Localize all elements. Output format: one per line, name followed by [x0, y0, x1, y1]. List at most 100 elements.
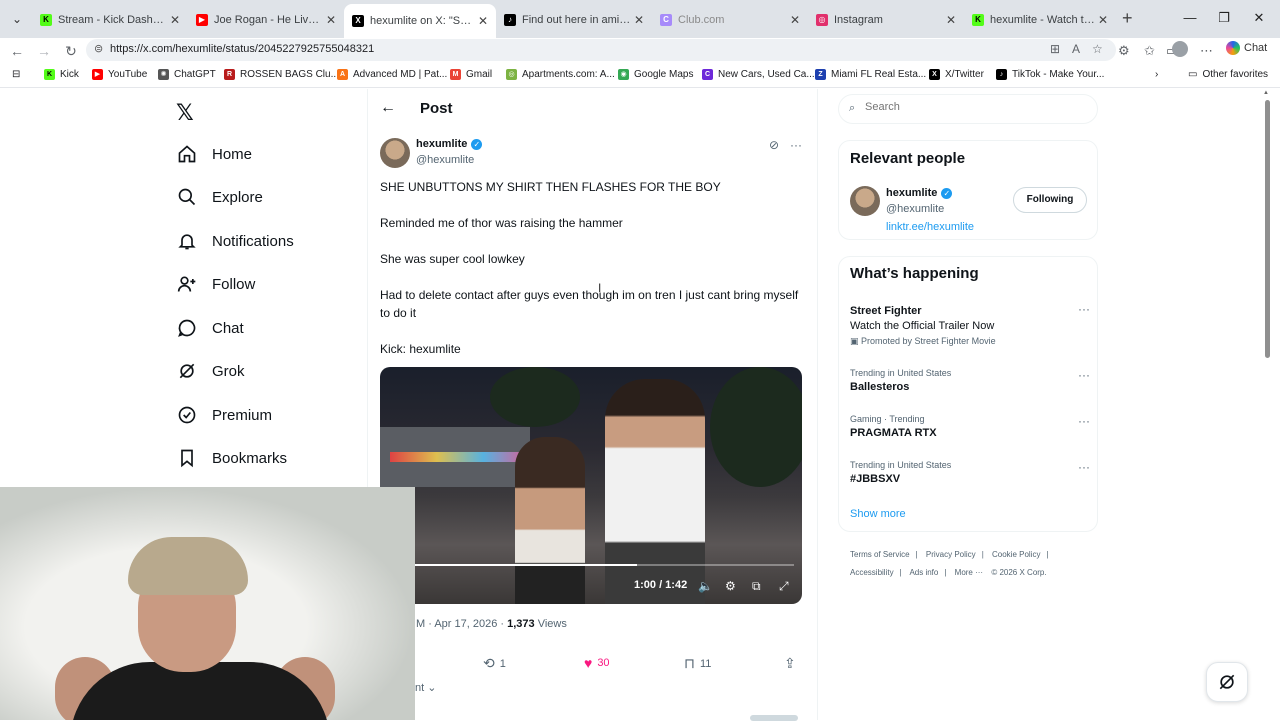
- author-name[interactable]: hexumlite ✓: [416, 138, 483, 150]
- grok-explain-icon[interactable]: ⊘: [769, 138, 779, 152]
- settings-gear-icon[interactable]: ⚙: [725, 579, 736, 593]
- read-aloud-icon[interactable]: A: [1072, 42, 1080, 56]
- like-button[interactable]: ♥ 30: [584, 655, 610, 671]
- bookmark-chatgpt[interactable]: ✺ ChatGPT: [158, 69, 216, 80]
- reply-sort-toggle[interactable]: nt ⌄: [415, 681, 436, 694]
- back-arrow-icon[interactable]: ←: [380, 99, 396, 117]
- show-more-link[interactable]: Show more: [850, 508, 906, 520]
- restore-icon[interactable]: ❐: [1214, 10, 1234, 26]
- favorites-icon[interactable]: ✩: [1144, 43, 1155, 59]
- bookmark-youtube[interactable]: ▶ YouTube: [92, 69, 147, 80]
- trend-item[interactable]: Gaming · Trending PRAGMATA RTX ···: [850, 414, 1090, 439]
- trend-item[interactable]: Trending in United States #JBBSXV ···: [850, 460, 1090, 485]
- following-button[interactable]: Following: [1013, 187, 1087, 213]
- privacy-link[interactable]: Privacy Policy: [926, 550, 976, 559]
- post-timestamp[interactable]: M · Apr 17, 2026 ·: [416, 618, 507, 630]
- person-name[interactable]: hexumlite ✓: [886, 187, 953, 199]
- nav-chat[interactable]: Chat: [176, 314, 244, 342]
- more-options-icon[interactable]: ···: [1078, 302, 1090, 316]
- nav-follow[interactable]: Follow: [176, 270, 255, 298]
- tab-search-icon[interactable]: ⌄: [8, 10, 26, 28]
- x-logo-icon[interactable]: 𝕏: [176, 100, 194, 126]
- more-options-icon[interactable]: ···: [1078, 414, 1090, 428]
- tab-kick-dashboard[interactable]: K Stream - Kick Dashboard ✕: [32, 6, 188, 34]
- bookmark-button[interactable]: ⊓ 11: [684, 655, 711, 672]
- cookie-link[interactable]: Cookie Policy: [992, 550, 1040, 559]
- retweet-button[interactable]: ⟲ 1: [483, 655, 506, 672]
- close-icon[interactable]: ✕: [944, 13, 958, 27]
- bookmark-rossen[interactable]: R ROSSEN BAGS Clu...: [224, 69, 339, 80]
- other-favorites[interactable]: ▭ Other favorites: [1188, 69, 1268, 80]
- bookmark-google-maps[interactable]: ◉ Google Maps: [618, 69, 693, 80]
- bookmark-cars[interactable]: C New Cars, Used Ca...: [702, 69, 815, 80]
- scrollbar-thumb[interactable]: [1265, 100, 1270, 358]
- bookmark-advancedmd[interactable]: A Advanced MD | Pat...: [337, 69, 447, 80]
- address-bar[interactable]: ⊜ https://x.com/hexumlite/status/2045227…: [86, 39, 1116, 61]
- bookmark-apartments[interactable]: ◎ Apartments.com: A...: [506, 69, 615, 80]
- bookmark-tiktok[interactable]: ♪ TikTok - Make Your...: [996, 69, 1104, 80]
- close-icon[interactable]: ✕: [632, 13, 646, 27]
- bookmark-gmail[interactable]: M Gmail: [450, 69, 492, 80]
- bookmark-kick[interactable]: K Kick: [44, 69, 79, 80]
- tab-club[interactable]: C Club.com ✕: [652, 6, 808, 34]
- tab-kick-vod[interactable]: K hexumlite - Watch the VOD ✕: [964, 6, 1116, 34]
- trend-item[interactable]: Street Fighter Watch the Official Traile…: [850, 302, 1090, 347]
- new-tab-icon[interactable]: +: [1122, 8, 1133, 29]
- nav-home[interactable]: Home: [176, 140, 252, 168]
- back-icon[interactable]: ←: [7, 41, 27, 61]
- pip-icon[interactable]: ⧉: [752, 579, 761, 594]
- chevron-right-icon[interactable]: ›: [1155, 69, 1158, 80]
- nav-grok[interactable]: Grok: [176, 357, 245, 385]
- site-info-icon[interactable]: ⊜: [94, 42, 103, 55]
- accessibility-link[interactable]: Accessibility: [850, 568, 894, 577]
- bookmark-twitter[interactable]: X X/Twitter: [929, 69, 984, 80]
- close-window-icon[interactable]: ✕: [1249, 10, 1269, 26]
- fullscreen-icon[interactable]: ⤢: [779, 579, 789, 594]
- forward-icon[interactable]: →: [34, 41, 54, 61]
- more-options-icon[interactable]: ···: [1078, 368, 1090, 382]
- close-icon[interactable]: ✕: [1096, 13, 1110, 27]
- person-bio-link[interactable]: linktr.ee/hexumlite: [886, 221, 974, 233]
- grok-floating-button[interactable]: [1206, 662, 1248, 702]
- app-icon[interactable]: ⊞: [1050, 42, 1060, 56]
- volume-icon[interactable]: 🔈: [698, 579, 713, 593]
- video-player[interactable]: 1:00 / 1:42 🔈 ⚙ ⧉ ⤢: [380, 367, 802, 604]
- tab-tiktok[interactable]: ♪ Find out here in amish doin ✕: [496, 6, 652, 34]
- nav-explore[interactable]: Explore: [176, 183, 263, 211]
- nav-notifications[interactable]: Notifications: [176, 227, 294, 255]
- copilot-chat-button[interactable]: Chat: [1226, 41, 1267, 55]
- close-icon[interactable]: ✕: [324, 13, 338, 27]
- reload-icon[interactable]: ↻: [61, 41, 81, 61]
- tab-instagram[interactable]: ◎ Instagram ✕: [808, 6, 964, 34]
- trend-item[interactable]: Trending in United States Ballesteros ··…: [850, 368, 1090, 393]
- bookmark-zillow[interactable]: Z Miami FL Real Esta...: [815, 69, 926, 80]
- nav-bookmarks[interactable]: Bookmarks: [176, 444, 287, 472]
- close-icon[interactable]: ✕: [168, 13, 182, 27]
- avatar[interactable]: [850, 186, 880, 216]
- more-options-icon[interactable]: ···: [1078, 460, 1090, 474]
- tab-youtube[interactable]: ▶ Joe Rogan - He Lived With N ✕: [188, 6, 344, 34]
- extension-icon[interactable]: ⚙: [1118, 43, 1130, 59]
- scroll-up-icon[interactable]: ▲: [1263, 90, 1269, 96]
- terms-link[interactable]: Terms of Service: [850, 550, 910, 559]
- author-handle[interactable]: @hexumlite: [416, 154, 474, 166]
- nav-premium[interactable]: Premium: [176, 401, 272, 429]
- reply-button-partial[interactable]: [750, 715, 798, 721]
- person-handle[interactable]: @hexumlite: [886, 203, 944, 215]
- close-icon[interactable]: ✕: [788, 13, 802, 27]
- url-text[interactable]: https://x.com/hexumlite/status/204522792…: [110, 43, 374, 55]
- avatar[interactable]: [380, 138, 410, 168]
- more-menu-icon[interactable]: ⋯: [1200, 43, 1213, 59]
- search-input[interactable]: [865, 101, 1085, 113]
- favorite-star-icon[interactable]: ☆: [1092, 42, 1103, 56]
- share-button[interactable]: ⇪: [784, 655, 796, 672]
- more-link[interactable]: More ···: [955, 568, 983, 577]
- search-box[interactable]: ⌕: [838, 94, 1098, 124]
- ads-info-link[interactable]: Ads info: [909, 568, 938, 577]
- profile-avatar[interactable]: [1172, 41, 1188, 57]
- close-icon[interactable]: ✕: [476, 14, 490, 28]
- minimize-icon[interactable]: —: [1180, 10, 1200, 25]
- video-progress-bar[interactable]: [410, 564, 794, 566]
- more-options-icon[interactable]: ···: [790, 138, 802, 152]
- apps-icon[interactable]: ⊟: [12, 69, 20, 80]
